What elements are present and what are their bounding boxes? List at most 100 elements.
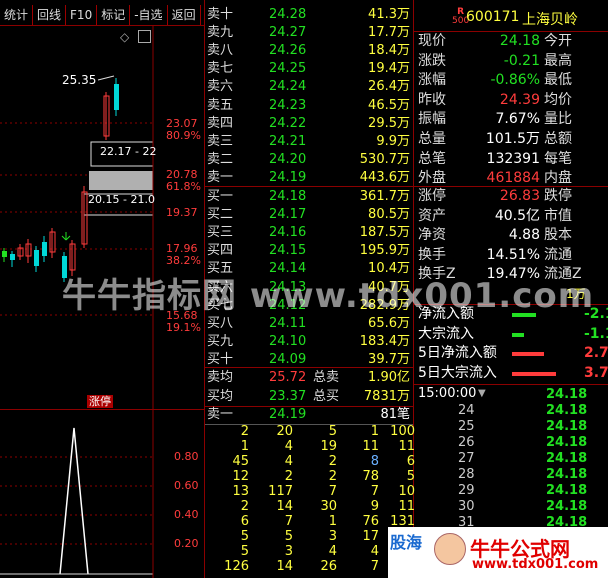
- queue-cell: 7: [370, 559, 379, 574]
- quote-label-2: 市值: [544, 207, 572, 224]
- bid-price: 24.17: [269, 207, 307, 223]
- candle: [10, 254, 15, 260]
- bid-label: 买二: [207, 207, 234, 223]
- quote-label: 昨收: [418, 91, 446, 108]
- quote-label-2: 最高: [544, 52, 572, 69]
- quote-row: 总量 101.5万 总额: [416, 130, 608, 150]
- toolbar-lines-button[interactable]: 回线: [33, 5, 67, 25]
- bid-label: 买一: [207, 189, 234, 204]
- range-label-upper: 22.17 - 22: [100, 145, 157, 158]
- ask-row[interactable]: 卖六 24.24 26.4万: [205, 77, 413, 96]
- queue-cell: 7: [328, 484, 337, 499]
- quote-label-2: 股本: [544, 227, 572, 244]
- queue-cell: 117: [268, 484, 293, 499]
- sell-total-value: 1.90亿: [368, 370, 410, 385]
- volume-tick: 0.60: [174, 479, 199, 492]
- queue-cell: 14: [276, 559, 293, 574]
- quote-value: 24.18: [499, 33, 540, 49]
- toolbar-f10-button[interactable]: F10: [66, 5, 98, 25]
- candle: [2, 251, 7, 257]
- quote-label: 资产: [418, 207, 446, 224]
- toolbar-watchlist-button[interactable]: -自选: [130, 5, 168, 25]
- ask-price: 24.21: [269, 133, 307, 149]
- queue-cell: 14: [276, 499, 293, 514]
- toolbar-back-button[interactable]: 返回: [168, 5, 201, 25]
- queue-cell: 7: [370, 484, 379, 499]
- volume-line: [59, 427, 89, 575]
- bid-row[interactable]: 买一 24.18 361.7万: [205, 187, 413, 206]
- ask-row[interactable]: 卖二 24.20 530.7万: [205, 150, 413, 169]
- quote-value: 4.88: [508, 227, 540, 244]
- queue-cell: 2: [284, 469, 293, 484]
- queue-row: 126142679: [205, 559, 415, 574]
- quote-value: -0.21: [503, 52, 540, 69]
- quote-label: 涨停: [418, 188, 446, 204]
- buy-avg-value: 23.37: [269, 389, 307, 404]
- fund-bar: [512, 332, 524, 337]
- buy-average-row: 买均 23.37 总买 7831万: [205, 387, 413, 406]
- bid-volume: 195.9万: [359, 243, 410, 259]
- queue-cell: 126: [224, 559, 249, 574]
- high-annotation: 25.35: [62, 73, 97, 87]
- queue-cell: 4: [284, 439, 293, 454]
- quote-value: 24.39: [499, 91, 540, 108]
- bid-row[interactable]: 买九 24.10 183.4万: [205, 332, 413, 351]
- fund-bar: [512, 352, 544, 356]
- corner-watermark: 股海 牛牛公式网 www.tdx001.com: [388, 527, 608, 578]
- ask-volume: 26.4万: [368, 79, 410, 95]
- sell-total-label: 总卖: [313, 370, 340, 385]
- ask-row[interactable]: 卖八 24.26 18.4万: [205, 41, 413, 60]
- queue-cell: 12: [232, 469, 249, 484]
- candle: [34, 250, 39, 266]
- queue-cell: 3: [284, 544, 293, 559]
- queue-cell: 13: [232, 484, 249, 499]
- ask-price: 24.25: [269, 61, 307, 77]
- queue-cell: 11: [362, 439, 379, 454]
- pct-tick: 38.2%: [166, 254, 201, 267]
- ask-row[interactable]: 卖四 24.22 29.5万: [205, 114, 413, 133]
- toolbar-stats-button[interactable]: 统计: [0, 5, 34, 25]
- ask-row[interactable]: 卖一 24.19 443.6万: [205, 168, 413, 187]
- ask-row[interactable]: 卖九 24.27 17.7万: [205, 23, 413, 42]
- quote-value: 101.5万: [485, 131, 540, 147]
- queue-cell: 1: [328, 514, 337, 529]
- quote-label-2: 流通: [544, 246, 572, 263]
- quote-label-2: 量比: [544, 111, 572, 128]
- range-label-lower: 20.15 - 21.0: [88, 193, 155, 206]
- quote-value: 26.83: [499, 188, 540, 204]
- quote-row: 涨幅 -0.86% 最低: [416, 71, 608, 91]
- bid-row[interactable]: 买四 24.15 195.9万: [205, 241, 413, 260]
- down-arrow-icon: [61, 232, 71, 241]
- ask-label: 卖八: [207, 43, 234, 59]
- queue-cell: 78: [362, 469, 379, 484]
- sell-avg-label: 卖均: [207, 370, 234, 385]
- queue-count: 81笔: [380, 407, 410, 422]
- queue-cell: 2: [328, 454, 337, 469]
- bid-row[interactable]: 买三 24.16 187.5万: [205, 223, 413, 242]
- ask-row[interactable]: 卖十 24.28 41.3万: [205, 5, 413, 24]
- quote-label: 换手: [418, 246, 446, 263]
- bid-row[interactable]: 买二 24.17 80.5万: [205, 205, 413, 224]
- toolbar-mark-button[interactable]: 标记: [97, 5, 131, 25]
- quote-value: 7.67%: [495, 111, 540, 128]
- ask-row[interactable]: 卖五 24.23 46.5万: [205, 96, 413, 115]
- ask-row[interactable]: 卖三 24.21 9.9万: [205, 132, 413, 151]
- fund-value: -1.16: [584, 325, 608, 342]
- ask-row[interactable]: 卖七 24.25 19.4万: [205, 59, 413, 78]
- queue-cell: 2: [240, 499, 249, 514]
- quote-label-2: 均价: [544, 91, 572, 108]
- volume-tick: 0.40: [174, 508, 199, 521]
- quote-row: 振幅 7.67% 量比: [416, 110, 608, 130]
- quote-row: 换手 14.51% 流通: [416, 246, 608, 266]
- queue-row: 1 4 19 11 11: [205, 439, 415, 454]
- volume-tick: 0.80: [174, 450, 199, 463]
- ask-volume: 17.7万: [368, 25, 410, 41]
- queue-cell: 4: [328, 544, 337, 559]
- volume-chart[interactable]: [0, 410, 204, 578]
- queue-row: 2 14 30 9 11: [205, 499, 415, 514]
- queue-cell: 5: [240, 529, 249, 544]
- fund-label: 大宗流入: [418, 325, 474, 342]
- candle: [42, 242, 47, 256]
- queue-cell: 10: [398, 484, 415, 499]
- ask-label: 卖二: [207, 151, 234, 167]
